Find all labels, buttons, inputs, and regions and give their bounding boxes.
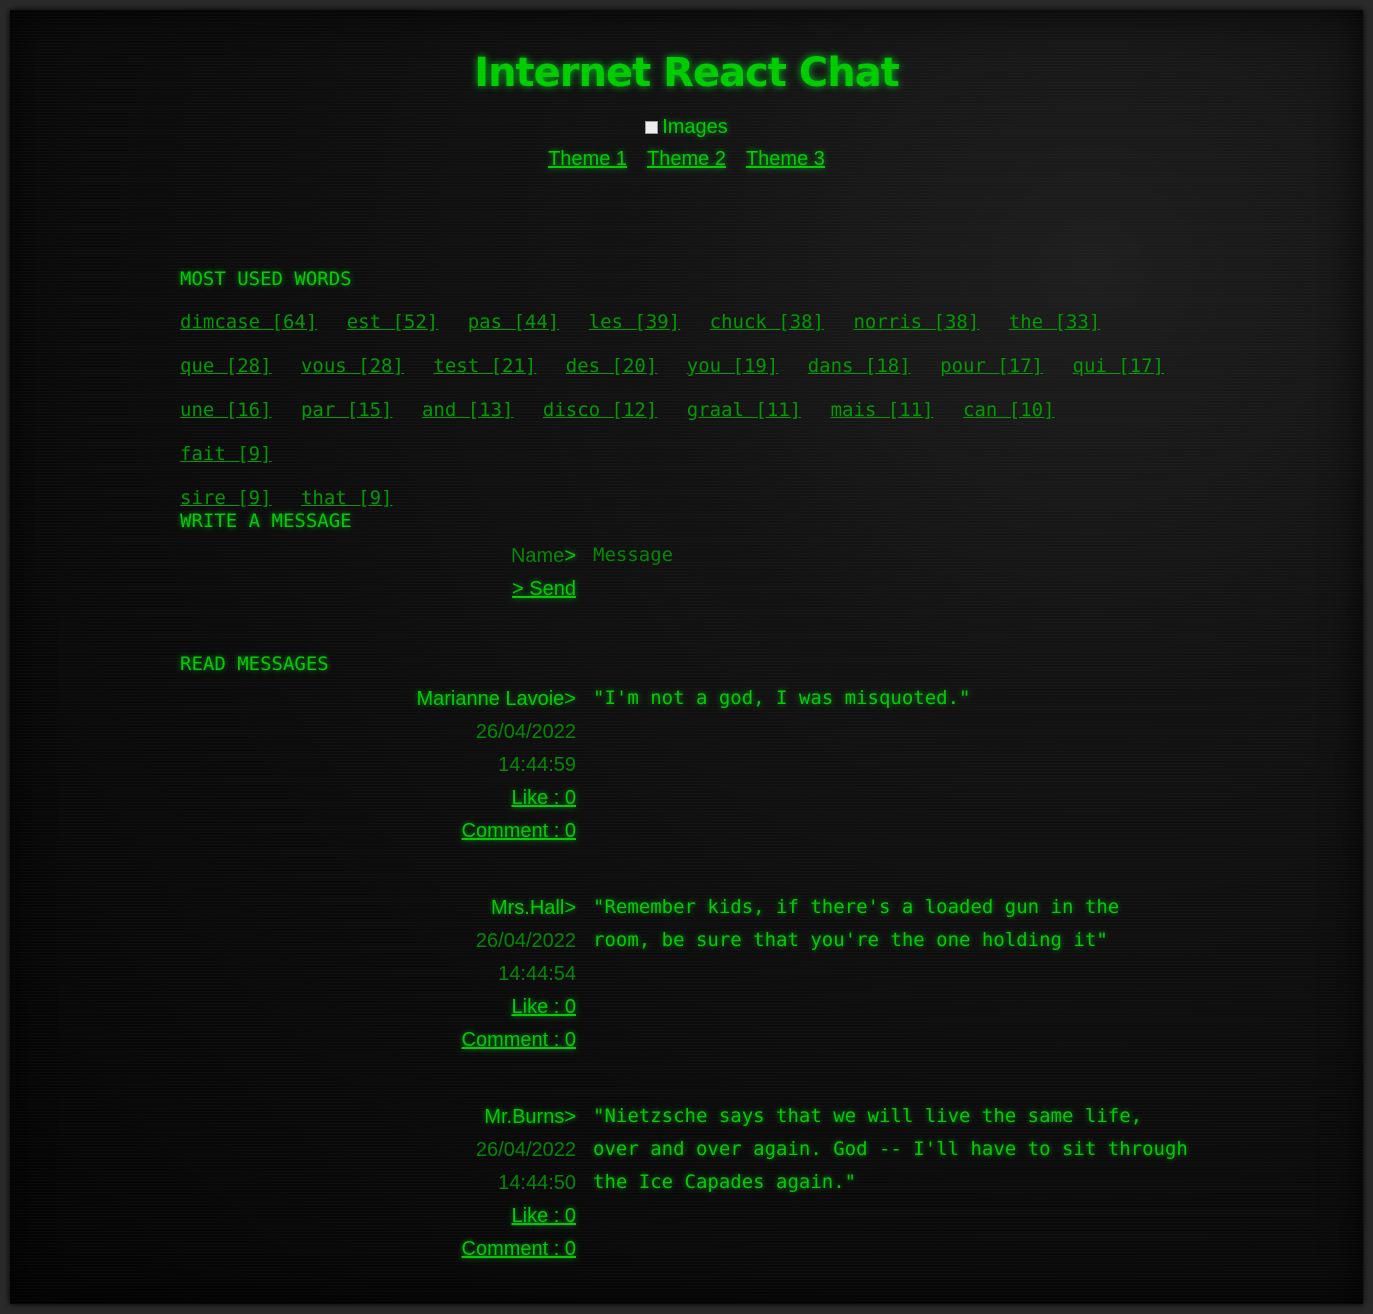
word-link[interactable]: sire [9] — [180, 487, 272, 509]
message-field[interactable]: Message — [593, 539, 1193, 572]
comment-link[interactable]: Comment : 0 — [462, 1029, 576, 1051]
message-meta: Mr.Burns> 26/04/2022 14:44:50 Like : 0 C… — [180, 1101, 576, 1266]
word-link[interactable]: les [39] — [589, 311, 681, 333]
message-date: 26/04/2022 — [475, 930, 576, 952]
word-link[interactable]: vous [28] — [301, 355, 404, 377]
word-link[interactable]: that [9] — [301, 487, 393, 509]
word-link[interactable]: you [19] — [687, 355, 779, 377]
message-author: Mr.Burns> — [484, 1106, 576, 1128]
write-form-left: Name> > Send — [180, 540, 576, 606]
word-link[interactable]: par [15] — [301, 399, 393, 421]
message-meta: Mrs.Hall> 26/04/2022 14:44:54 Like : 0 C… — [180, 892, 576, 1057]
word-cloud: dimcase [64] est [52] pas [44] les [39] … — [180, 300, 1190, 520]
word-link[interactable]: qui [17] — [1073, 355, 1165, 377]
message-text: "Nietzsche says that we will live the sa… — [593, 1105, 1188, 1193]
message-date: 26/04/2022 — [475, 721, 576, 743]
prompt-symbol: > — [564, 545, 576, 567]
word-link[interactable]: graal [11] — [687, 399, 801, 421]
images-label[interactable]: Images — [662, 116, 728, 138]
word-link[interactable]: pas [44] — [468, 311, 560, 333]
theme-1-link[interactable]: Theme 1 — [548, 148, 627, 170]
send-button[interactable]: > Send — [512, 578, 576, 600]
word-link[interactable]: and [13] — [422, 399, 514, 421]
theme-2-link[interactable]: Theme 2 — [647, 148, 726, 170]
crt-screen: Internet React Chat Images Theme 1 Theme … — [10, 10, 1363, 1304]
word-link[interactable]: disco [12] — [543, 399, 657, 421]
theme-selector: Theme 1 Theme 2 Theme 3 — [10, 148, 1363, 171]
message-date: 26/04/2022 — [475, 1139, 576, 1161]
word-link[interactable]: fait [9] — [180, 443, 272, 465]
word-link[interactable]: dimcase [64] — [180, 311, 317, 333]
message-meta: Marianne Lavoie> 26/04/2022 14:44:59 Lik… — [180, 683, 576, 848]
theme-3-link[interactable]: Theme 3 — [746, 148, 825, 170]
like-link[interactable]: Like : 0 — [512, 787, 576, 809]
message-author: Mrs.Hall> — [490, 897, 576, 919]
page-title: Internet React Chat — [474, 50, 900, 96]
word-link[interactable]: est [52] — [347, 311, 439, 333]
message-text: "I'm not a god, I was misquoted." — [593, 687, 971, 709]
word-link[interactable]: des [20] — [566, 355, 658, 377]
word-link[interactable]: dans [18] — [808, 355, 911, 377]
message-time: 14:44:54 — [498, 963, 576, 985]
message-time: 14:44:50 — [498, 1172, 576, 1194]
word-link[interactable]: the [33] — [1009, 311, 1101, 333]
read-messages-title: READ MESSAGES — [180, 653, 329, 675]
comment-link[interactable]: Comment : 0 — [462, 1238, 576, 1260]
word-link[interactable]: mais [11] — [831, 399, 934, 421]
images-checkbox[interactable] — [645, 121, 659, 134]
word-link[interactable]: chuck [38] — [710, 311, 824, 333]
message-author: Marianne Lavoie> — [416, 688, 576, 710]
like-link[interactable]: Like : 0 — [512, 1205, 576, 1227]
images-toggle-row: Images — [10, 116, 1363, 139]
word-link[interactable]: que [28] — [180, 355, 272, 377]
like-link[interactable]: Like : 0 — [512, 996, 576, 1018]
word-link[interactable]: une [16] — [180, 399, 272, 421]
word-link[interactable]: test [21] — [433, 355, 536, 377]
most-used-words-title: MOST USED WORDS — [180, 268, 352, 290]
name-field[interactable]: Name — [511, 545, 564, 567]
write-message-title: WRITE A MESSAGE — [180, 510, 352, 532]
message-time: 14:44:59 — [498, 754, 576, 776]
comment-link[interactable]: Comment : 0 — [462, 820, 576, 842]
message-text: "Remember kids, if there's a loaded gun … — [593, 896, 1120, 951]
word-link[interactable]: pour [17] — [940, 355, 1043, 377]
word-link[interactable]: norris [38] — [853, 311, 979, 333]
word-link[interactable]: can [10] — [963, 399, 1055, 421]
